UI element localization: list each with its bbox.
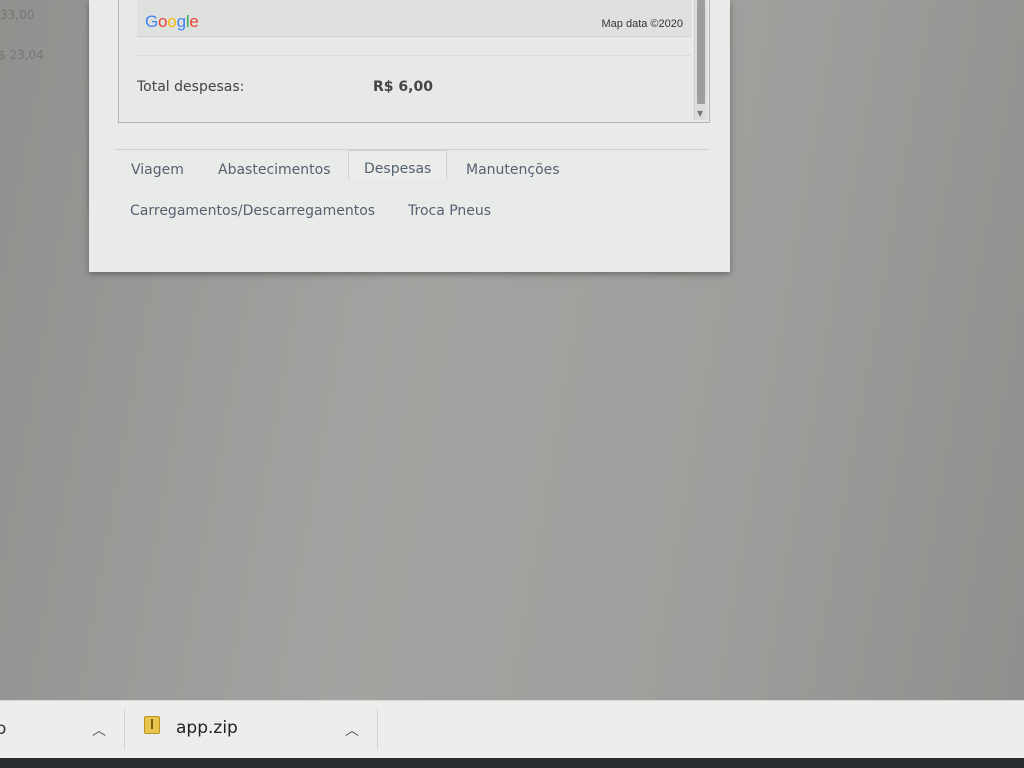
download-file-name[interactable]: app.zip	[176, 718, 238, 738]
total-expenses-value: R$ 6,00	[373, 79, 433, 95]
background-value: 33,00	[0, 8, 35, 22]
download-bar: o ︿ app.zip ︿	[0, 700, 1024, 759]
background-value: $ 23,04	[0, 48, 44, 62]
logo-letter: G	[145, 12, 159, 31]
previous-download-label[interactable]: o	[0, 719, 6, 739]
screen-bezel	[0, 758, 1024, 768]
scroll-down-arrow-icon[interactable]: ▼	[697, 109, 703, 118]
map-view[interactable]: Google Map data ©2020	[137, 0, 691, 37]
logo-letter: g	[176, 12, 186, 31]
logo-letter: o	[167, 12, 177, 31]
tab-despesas[interactable]: Despesas	[348, 150, 448, 180]
separator	[377, 709, 378, 749]
tab-abastecimentos[interactable]: Abastecimentos	[218, 162, 331, 178]
google-logo: Google	[145, 12, 199, 32]
tab-viagem[interactable]: Viagem	[131, 162, 184, 178]
tab-manutencoes[interactable]: Manutenções	[466, 162, 560, 178]
scrollbar[interactable]: ▼	[694, 0, 707, 120]
divider	[137, 55, 691, 56]
chevron-up-icon[interactable]: ︿	[92, 720, 106, 740]
tab-carregamentos[interactable]: Carregamentos/Descarregamentos	[130, 203, 375, 219]
map-attribution[interactable]: Map data ©2020	[602, 18, 684, 30]
tab-troca-pneus[interactable]: Troca Pneus	[408, 203, 491, 219]
total-expenses-label: Total despesas:	[137, 79, 245, 95]
logo-letter: o	[158, 12, 168, 31]
chevron-up-icon[interactable]: ︿	[345, 720, 359, 740]
separator	[124, 709, 125, 749]
background-values: 33,00 $ 23,04	[0, 8, 80, 88]
logo-letter: e	[189, 12, 199, 31]
trip-details-panel: Google Map data ©2020 Total despesas: R$…	[89, 0, 730, 272]
expenses-card: Google Map data ©2020 Total despesas: R$…	[118, 0, 710, 123]
scrollbar-thumb[interactable]	[697, 0, 705, 104]
zip-file-icon	[144, 716, 160, 734]
